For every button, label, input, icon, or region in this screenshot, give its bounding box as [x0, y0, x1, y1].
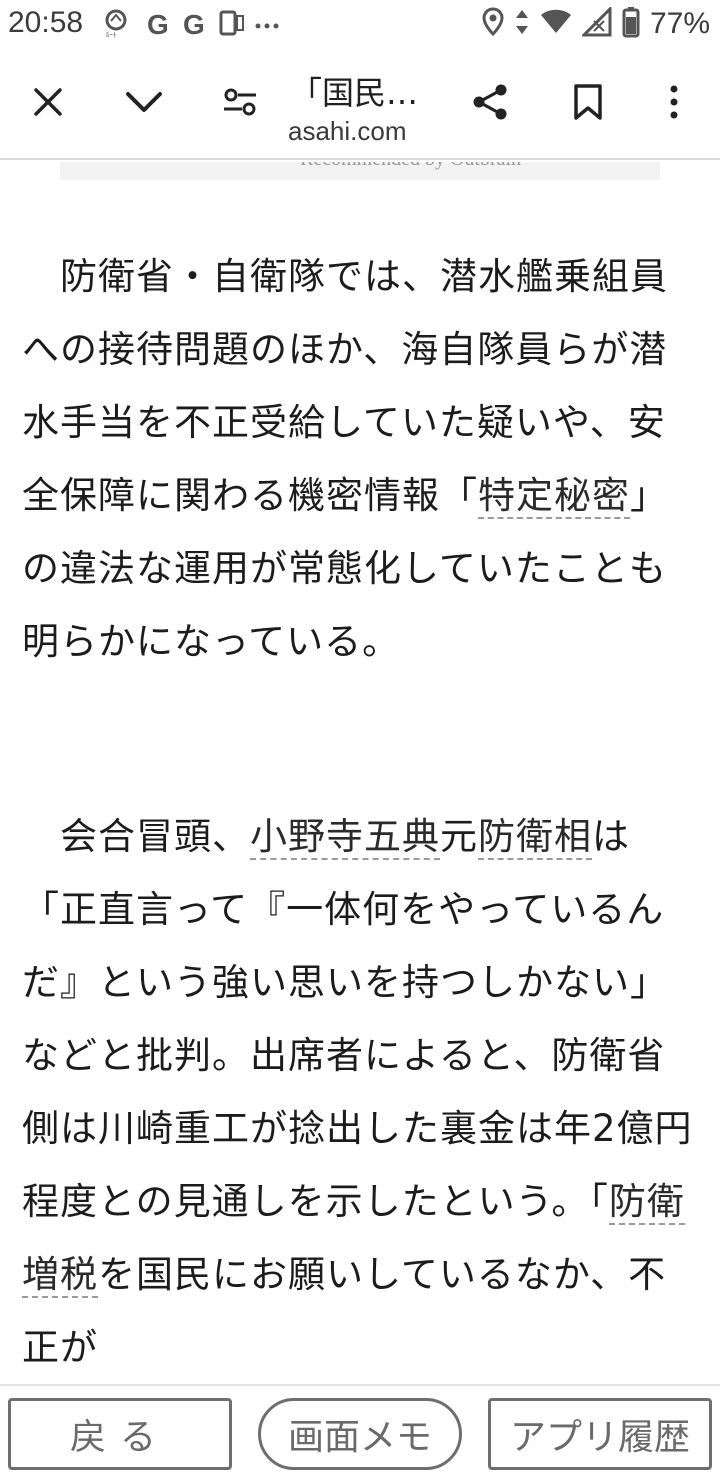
battery-percent: 77% — [649, 7, 710, 40]
close-button[interactable] — [18, 74, 78, 134]
status-right-icons: 77% — [482, 5, 710, 42]
status-left-icons: ﾙｰﾄ G G — [104, 8, 280, 42]
sim-icon — [218, 8, 246, 42]
svg-text:ﾙｰﾄ: ﾙｰﾄ — [106, 31, 117, 38]
paragraph-text: を国民にお願いしているなか、不正が — [22, 1253, 667, 1369]
route-icon: ﾙｰﾄ — [104, 8, 138, 42]
svg-text:G: G — [183, 9, 205, 38]
bookmark-icon — [573, 83, 603, 125]
page-settings-icon — [222, 86, 258, 122]
chevron-down-icon — [125, 90, 163, 118]
status-time: 20:58 — [8, 6, 84, 39]
google-icon: G — [146, 8, 174, 42]
link-tokutei-himitsu[interactable]: 特定秘密 — [478, 474, 630, 519]
back-button[interactable]: 戻る — [8, 1398, 232, 1470]
data-transfer-icon — [514, 7, 530, 41]
screen-memo-button[interactable]: 画面メモ — [258, 1398, 462, 1470]
paragraph-text: は「正直言って『一体何をやっているんだ』という強い思いを持つしかない」などと批判… — [22, 815, 693, 1223]
share-icon — [470, 82, 510, 126]
browser-toolbar: 「国民… asahi.com — [0, 52, 720, 160]
article-content: Recommended by Outbrain 防衛省・自衛隊では、潜水艦乗組員… — [0, 162, 720, 1384]
svg-text:G: G — [147, 9, 169, 38]
location-icon — [482, 7, 504, 41]
menu-button[interactable] — [644, 74, 704, 134]
bottom-bar: 戻る 画面メモ アプリ履歴 — [0, 1384, 720, 1480]
more-icon — [254, 8, 280, 42]
recommended-text: Recommended by Outbrain — [300, 162, 521, 171]
menu-icon — [668, 84, 680, 124]
page-settings-button[interactable] — [210, 74, 270, 134]
status-bar: 20:58 ﾙｰﾄ G G 77% — [0, 0, 720, 52]
app-history-button[interactable]: アプリ履歴 — [488, 1398, 712, 1470]
paragraph-text: 元 — [440, 815, 478, 858]
link-defense-minister[interactable]: 防衛相 — [478, 815, 592, 860]
close-icon — [32, 86, 64, 122]
link-onodera-itsunori[interactable]: 小野寺五典 — [250, 815, 440, 860]
paragraph-text: 会合冒頭、 — [22, 815, 250, 858]
bookmark-button[interactable] — [558, 74, 618, 134]
page-domain[interactable]: asahi.com — [288, 116, 407, 147]
minimize-button[interactable] — [114, 74, 174, 134]
recommended-widget[interactable]: Recommended by Outbrain — [60, 162, 660, 180]
article-paragraph: 防衛省・自衛隊では、潜水艦乗組員への接待問題のほか、海自隊員らが潜水手当を不正受… — [22, 240, 702, 678]
page-title[interactable]: 「国民… — [290, 68, 460, 114]
share-button[interactable] — [460, 74, 520, 134]
google-icon: G — [182, 8, 210, 42]
wifi-icon — [540, 7, 572, 41]
battery-icon — [622, 6, 640, 42]
signal-icon — [580, 5, 612, 41]
article-paragraph: 会合冒頭、小野寺五典元防衛相は「正直言って『一体何をやっているんだ』という強い思… — [22, 800, 702, 1384]
